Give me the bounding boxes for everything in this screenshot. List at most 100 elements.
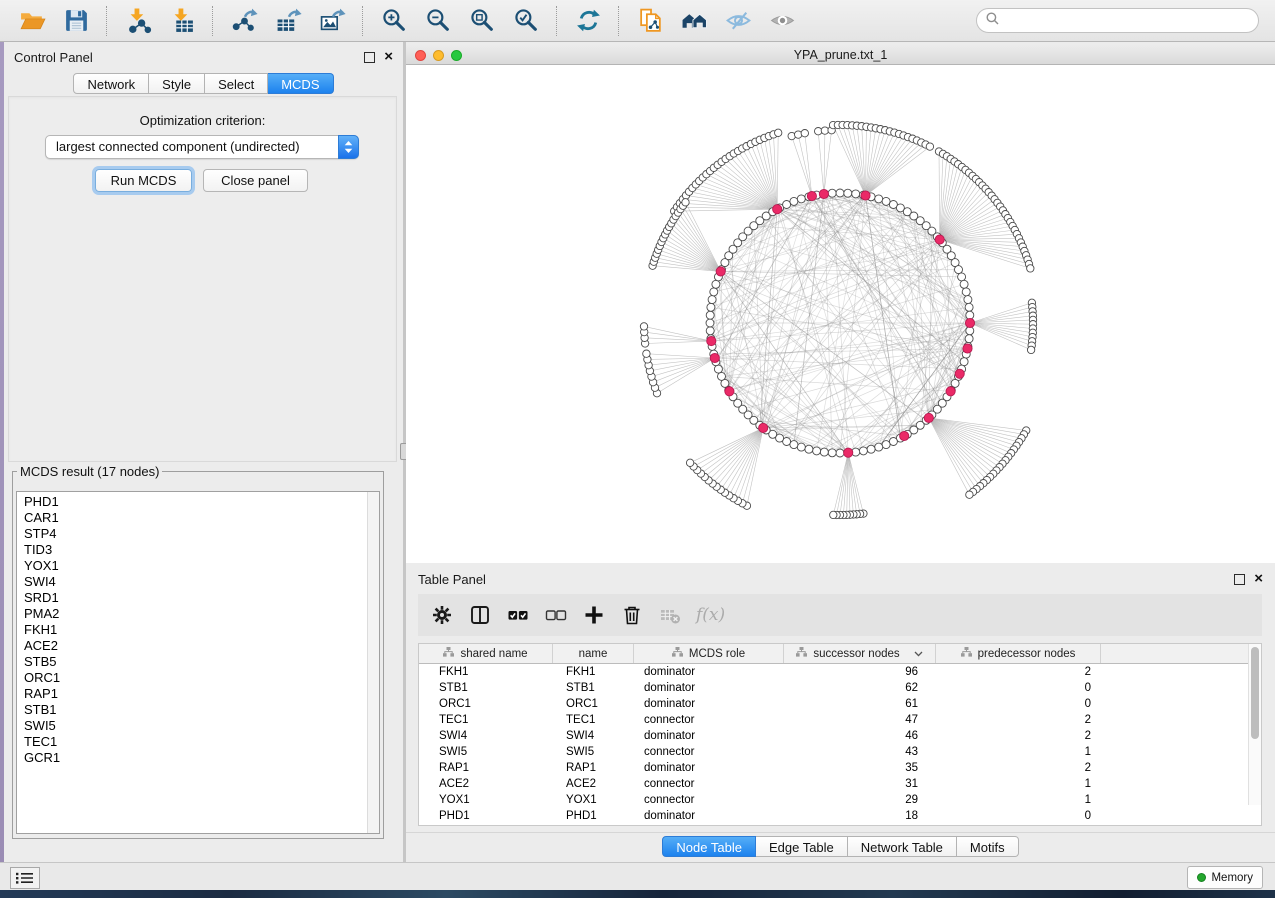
mcds-result-item[interactable]: CAR1 [24, 510, 367, 526]
mcds-result-item[interactable]: TEC1 [24, 734, 367, 750]
import-network-icon[interactable] [123, 6, 153, 36]
network-node[interactable] [714, 365, 722, 373]
network-node[interactable] [828, 189, 836, 197]
clone-network-icon[interactable] [635, 6, 665, 36]
float-panel-icon[interactable] [364, 52, 375, 63]
network-node[interactable] [643, 350, 650, 357]
listbox-scrollbar[interactable] [367, 492, 379, 833]
mcds-hub-node[interactable] [773, 205, 782, 214]
minimize-window-icon[interactable] [433, 50, 444, 61]
close-panel-icon[interactable]: × [384, 52, 393, 62]
network-canvas[interactable] [406, 65, 1275, 564]
task-history-button[interactable] [10, 867, 40, 889]
network-node[interactable] [775, 129, 782, 136]
export-table-icon[interactable] [273, 6, 303, 36]
tab-mcds[interactable]: MCDS [268, 73, 333, 94]
network-node[interactable] [706, 319, 714, 327]
zoom-fit-icon[interactable] [467, 6, 497, 36]
table-row[interactable]: SWI5SWI5connector431 [419, 744, 1261, 760]
mcds-hub-node[interactable] [707, 337, 716, 346]
network-node[interactable] [867, 445, 875, 453]
tab-node-table[interactable]: Node Table [662, 836, 756, 857]
table-row[interactable]: STB1STB1dominator620 [419, 680, 1261, 696]
mcds-result-item[interactable]: SWI5 [24, 718, 367, 734]
network-node[interactable] [783, 201, 791, 209]
import-table-icon[interactable] [167, 6, 197, 36]
mcds-hub-node[interactable] [861, 191, 870, 200]
tab-edge-table[interactable]: Edge Table [756, 836, 848, 857]
network-node[interactable] [718, 372, 726, 380]
network-node[interactable] [830, 511, 837, 518]
mcds-hub-node[interactable] [759, 423, 768, 432]
network-node[interactable] [875, 443, 883, 451]
mcds-result-item[interactable]: STB5 [24, 654, 367, 670]
mcds-hub-node[interactable] [900, 431, 909, 440]
mcds-hub-node[interactable] [935, 235, 944, 244]
network-graph[interactable] [406, 65, 1275, 564]
network-node[interactable] [801, 130, 808, 137]
save-session-icon[interactable] [61, 6, 91, 36]
network-node[interactable] [964, 296, 972, 304]
mcds-result-listbox[interactable]: PHD1CAR1STP4TID3YOX1SWI4SRD1PMA2FKH1ACE2… [16, 491, 380, 834]
mcds-result-item[interactable]: ORC1 [24, 670, 367, 686]
mcds-result-item[interactable]: GCR1 [24, 750, 367, 766]
network-node[interactable] [706, 327, 714, 335]
network-node[interactable] [805, 445, 813, 453]
mcds-result-item[interactable]: TID3 [24, 542, 367, 558]
table-scrollbar-thumb[interactable] [1251, 647, 1259, 739]
network-node[interactable] [889, 438, 897, 446]
mcds-result-item[interactable]: PHD1 [24, 494, 367, 510]
memory-button[interactable]: Memory [1187, 866, 1263, 889]
network-node[interactable] [958, 273, 966, 281]
network-node[interactable] [965, 303, 973, 311]
network-node[interactable] [712, 280, 720, 288]
float-panel-icon[interactable] [1234, 574, 1245, 585]
mcds-result-item[interactable]: STP4 [24, 526, 367, 542]
network-node[interactable] [828, 449, 836, 457]
network-node[interactable] [1027, 346, 1034, 353]
refresh-icon[interactable] [573, 6, 603, 36]
network-node[interactable] [859, 447, 867, 455]
zoom-selected-icon[interactable] [511, 6, 541, 36]
zoom-in-icon[interactable] [379, 6, 409, 36]
column-header-MCDS-role[interactable]: MCDS role [634, 644, 784, 663]
first-neighbors-icon[interactable] [679, 6, 709, 36]
network-node[interactable] [875, 195, 883, 203]
network-node[interactable] [708, 296, 716, 304]
network-node[interactable] [960, 358, 968, 366]
network-node[interactable] [795, 131, 802, 138]
close-panel-icon[interactable]: × [1254, 574, 1263, 584]
close-panel-button[interactable]: Close panel [203, 169, 308, 192]
mcds-hub-node[interactable] [965, 318, 974, 327]
show-all-icon[interactable] [767, 6, 797, 36]
delete-column-icon[interactable] [620, 603, 644, 627]
mcds-hub-node[interactable] [955, 369, 964, 378]
clear-all-checkboxes-icon[interactable] [544, 603, 568, 627]
mcds-result-item[interactable]: PMA2 [24, 606, 367, 622]
table-scrollbar[interactable] [1248, 644, 1261, 805]
network-node[interactable] [686, 459, 693, 466]
network-window-titlebar[interactable]: YPA_prune.txt_1 [406, 45, 1275, 65]
network-node[interactable] [926, 143, 933, 150]
network-node[interactable] [790, 441, 798, 449]
table-settings-icon[interactable] [430, 603, 454, 627]
column-header-shared-name[interactable]: shared name [419, 644, 553, 663]
network-node[interactable] [882, 441, 890, 449]
tab-network[interactable]: Network [73, 73, 149, 94]
mcds-hub-node[interactable] [963, 344, 972, 353]
mcds-result-item[interactable]: SRD1 [24, 590, 367, 606]
network-node[interactable] [1027, 265, 1034, 272]
column-header-name[interactable]: name [553, 644, 634, 663]
network-node[interactable] [710, 288, 718, 296]
add-column-icon[interactable] [582, 603, 606, 627]
table-row[interactable]: PHD1PHD1dominator180 [419, 808, 1261, 824]
table-row[interactable]: ORC1ORC1dominator610 [419, 696, 1261, 712]
zoom-out-icon[interactable] [423, 6, 453, 36]
maximize-window-icon[interactable] [451, 50, 462, 61]
hide-selected-icon[interactable] [723, 6, 753, 36]
mcds-hub-node[interactable] [819, 189, 828, 198]
network-node[interactable] [955, 266, 963, 274]
mcds-result-item[interactable]: YOX1 [24, 558, 367, 574]
search-field[interactable] [976, 8, 1259, 33]
tab-select[interactable]: Select [205, 73, 268, 94]
